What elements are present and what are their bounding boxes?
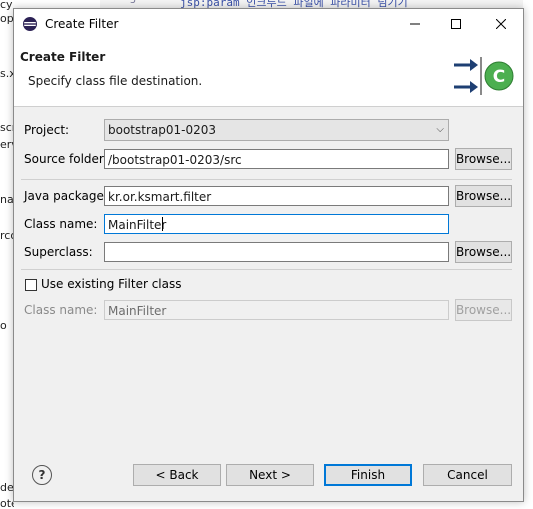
svg-text:C: C [493, 67, 505, 87]
close-icon [496, 19, 506, 29]
bg-fragment: nar [0, 193, 14, 206]
window-title: Create Filter [45, 17, 119, 31]
close-button[interactable] [479, 9, 523, 39]
wizard-description: Specify class file destination. [28, 74, 203, 88]
superclass-input[interactable] [104, 242, 449, 262]
maximize-button[interactable] [434, 9, 478, 39]
create-filter-dialog: Create Filter Create Filter Specify clas… [13, 8, 524, 502]
project-label: Project: [24, 123, 70, 137]
chevron-down-icon: ⌵ [436, 124, 444, 135]
new-class-wizard-icon: C [454, 57, 514, 95]
separator [21, 269, 512, 270]
existing-class-name-label: Class name: [24, 303, 98, 317]
java-package-label: Java package: [24, 189, 108, 203]
existing-class-name-input: MainFilter [104, 300, 449, 320]
superclass-browse-button[interactable]: Browse... [455, 241, 512, 263]
java-package-input[interactable]: kr.or.ksmart.filter [104, 186, 449, 206]
source-folder-label: Source folder: [24, 152, 108, 166]
project-value: bootstrap01-0203 [108, 123, 217, 137]
project-combo[interactable]: bootstrap01-0203 ⌵ [104, 119, 449, 141]
source-folder-input[interactable]: /bootstrap01-0203/src [104, 149, 449, 169]
existing-class-browse-button: Browse... [455, 299, 512, 321]
bg-fragment: o [0, 319, 7, 332]
source-folder-browse-button[interactable]: Browse... [455, 148, 512, 170]
bg-fragment: oter.isp [0, 497, 14, 509]
text-caret [162, 217, 163, 231]
minimize-icon [410, 23, 420, 25]
background-right [523, 0, 533, 509]
wizard-banner: Create Filter Specify class file destina… [14, 39, 523, 107]
bg-fragment: cy [0, 0, 13, 11]
back-button[interactable]: < Back [133, 464, 221, 486]
bg-fragment: ervi [0, 138, 14, 151]
line-number: 5 [130, 0, 137, 6]
java-package-browse-button[interactable]: Browse... [455, 185, 512, 207]
bg-fragment: de [0, 481, 14, 494]
bg-fragment: ope [0, 12, 14, 25]
minimize-button[interactable] [393, 9, 437, 39]
superclass-label: Superclass: [24, 245, 93, 259]
use-existing-label[interactable]: Use existing Filter class [41, 277, 182, 291]
help-icon[interactable]: ? [32, 465, 52, 485]
wizard-title: Create Filter [20, 50, 106, 64]
separator [21, 179, 512, 180]
class-name-value: MainFilter [108, 218, 167, 232]
eclipse-icon [23, 17, 37, 31]
next-button[interactable]: Next > [226, 464, 314, 486]
title-bar[interactable]: Create Filter [14, 9, 523, 39]
maximize-icon [451, 19, 461, 29]
bg-fragment: s.x [0, 67, 14, 80]
class-name-label: Class name: [24, 217, 98, 231]
cancel-button[interactable]: Cancel [423, 464, 512, 486]
bg-fragment: scr [0, 121, 14, 134]
class-name-input[interactable]: MainFilter [104, 214, 449, 234]
background-package-explorer: cy ope s.x scr ervi nar rco o de oter.is… [0, 0, 14, 509]
use-existing-checkbox[interactable] [25, 279, 37, 291]
finish-button[interactable]: Finish [324, 464, 412, 486]
bg-fragment: rco [0, 229, 14, 242]
